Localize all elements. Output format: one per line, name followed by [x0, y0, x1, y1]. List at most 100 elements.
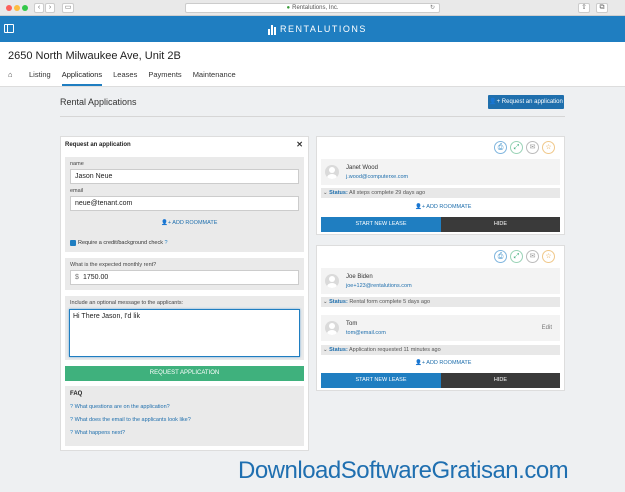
- close-icon[interactable]: ✕: [296, 140, 303, 149]
- status-row[interactable]: ⌄ Status: Application requested 11 minut…: [321, 345, 560, 355]
- tab-leases[interactable]: Leases: [113, 68, 137, 86]
- help-icon: ?: [70, 417, 74, 423]
- credit-check-checkbox[interactable]: [70, 240, 76, 246]
- tab-maintenance[interactable]: Maintenance: [193, 68, 236, 86]
- avatar: [325, 165, 339, 179]
- applicant-row: Joe Biden joe+123@rentalutions.com: [321, 268, 560, 294]
- name-label: name: [70, 161, 84, 167]
- avatar: [325, 274, 339, 288]
- start-new-lease-button[interactable]: START NEW LEASE: [321, 217, 441, 232]
- faq-question[interactable]: ? What does the email to the applicants …: [70, 417, 191, 423]
- status-text: Application requested: [349, 347, 402, 353]
- message-label: Include an optional message to the appli…: [70, 300, 184, 306]
- star-icon[interactable]: ☆: [542, 250, 555, 263]
- tab-payments[interactable]: Payments: [148, 68, 181, 86]
- add-user-icon: 👤+: [415, 204, 426, 210]
- property-title: 2650 North Milwaukee Ave, Unit 2B: [8, 50, 181, 62]
- tab-listing[interactable]: Listing: [29, 68, 51, 86]
- rent-input[interactable]: $ 1750.00: [70, 270, 299, 285]
- add-roommate-link[interactable]: 👤+ ADD ROOMMATE: [161, 220, 217, 226]
- zoom-window-icon[interactable]: [22, 5, 28, 11]
- browser-toolbar: ‹ › ▭ ● Rentalutions, Inc. ↻ ⇧ ⧉: [0, 0, 625, 16]
- expand-icon[interactable]: ⤢: [510, 141, 523, 154]
- status-key: Status:: [329, 347, 348, 353]
- applicant-row: Tom tom@email.com Edit: [321, 315, 560, 341]
- add-user-icon: 👤+: [161, 220, 172, 226]
- star-icon[interactable]: ☆: [542, 141, 555, 154]
- faq-question[interactable]: ? What happens next?: [70, 430, 125, 436]
- sidebar-toggle-icon[interactable]: ▭: [62, 3, 74, 13]
- hide-button[interactable]: HIDE: [441, 217, 560, 232]
- tabs-icon[interactable]: ⧉: [596, 3, 608, 13]
- request-application-label: Request an application: [501, 99, 563, 105]
- minimize-window-icon[interactable]: [14, 5, 20, 11]
- address-bar[interactable]: ● Rentalutions, Inc. ↻: [185, 3, 440, 13]
- applicant-email[interactable]: tom@email.com: [346, 330, 386, 336]
- home-icon[interactable]: ⌂: [8, 68, 18, 86]
- faq-question-text: What questions are on the application?: [74, 404, 170, 410]
- status-key: Status:: [329, 299, 348, 305]
- faq-question-text: What happens next?: [74, 430, 126, 436]
- forward-icon[interactable]: ›: [45, 3, 55, 13]
- request-application-button[interactable]: 👤+ Request an application: [488, 95, 564, 109]
- applicant-row: Janet Wood j.wood@computerxe.com: [321, 159, 560, 185]
- mail-icon[interactable]: ✉: [526, 141, 539, 154]
- help-icon[interactable]: ?: [165, 240, 168, 246]
- chevron-down-icon: ⌄: [323, 347, 328, 353]
- application-card: ⎙ ⤢ ✉ ☆ Joe Biden joe+123@rentalutions.c…: [316, 245, 565, 391]
- close-window-icon[interactable]: [6, 5, 12, 11]
- edit-link[interactable]: Edit: [542, 325, 552, 331]
- add-roommate-label: ADD ROOMMATE: [426, 360, 472, 366]
- add-roommate-link[interactable]: 👤+ ADD ROOMMATE: [415, 204, 471, 210]
- status-time: 5 days ago: [403, 299, 431, 305]
- application-card: ⎙ ⤢ ✉ ☆ Janet Wood j.wood@computerxe.com…: [316, 136, 565, 235]
- card-actions: ⎙ ⤢ ✉ ☆: [491, 141, 555, 154]
- help-icon: ?: [70, 430, 74, 436]
- section-title: Rental Applications: [60, 97, 137, 107]
- credit-check-text: Require a credit/background check: [78, 240, 163, 246]
- share-icon[interactable]: ⇧: [578, 3, 590, 13]
- property-tabs: ⌂ Listing Applications Leases Payments M…: [8, 68, 247, 86]
- back-icon[interactable]: ‹: [34, 3, 44, 13]
- mail-icon[interactable]: ✉: [526, 250, 539, 263]
- add-user-icon: 👤+: [415, 360, 426, 366]
- status-time: 29 days ago: [395, 190, 426, 196]
- reload-icon[interactable]: ↻: [430, 4, 435, 13]
- rent-block: What is the expected monthly rent? $ 175…: [65, 258, 304, 290]
- print-icon[interactable]: ⎙: [494, 141, 507, 154]
- add-roommate-link[interactable]: 👤+ ADD ROOMMATE: [415, 360, 471, 366]
- status-row[interactable]: ⌄ Status: Rental form complete 5 days ag…: [321, 297, 560, 307]
- rentalutions-logo[interactable]: RENTALUTIONS: [268, 21, 367, 37]
- expand-icon[interactable]: ⤢: [510, 250, 523, 263]
- faq-question[interactable]: ? What questions are on the application?: [70, 404, 170, 410]
- applicant-name: Janet Wood: [346, 165, 378, 171]
- print-icon[interactable]: ⎙: [494, 250, 507, 263]
- message-textarea[interactable]: Hi There Jason, I'd lik: [69, 309, 300, 357]
- logo-text: RENTALUTIONS: [280, 24, 367, 34]
- app-header: RENTALUTIONS: [0, 16, 625, 42]
- add-roommate-label: ADD ROOMMATE: [426, 204, 472, 210]
- applicant-email[interactable]: joe+123@rentalutions.com: [346, 283, 412, 289]
- faq-block: FAQ ? What questions are on the applicat…: [65, 386, 304, 446]
- divider: [60, 116, 565, 117]
- name-input[interactable]: Jason Neue: [70, 169, 299, 184]
- chevron-down-icon: ⌄: [323, 299, 328, 305]
- applicant-email[interactable]: j.wood@computerxe.com: [346, 174, 408, 180]
- faq-title: FAQ: [70, 391, 83, 397]
- sidebar-menu-icon[interactable]: [4, 24, 14, 33]
- credit-check-label[interactable]: Require a credit/background check ?: [78, 240, 168, 246]
- email-input[interactable]: neue@tenant.com: [70, 196, 299, 211]
- start-new-lease-button[interactable]: START NEW LEASE: [321, 373, 441, 388]
- lock-icon: ●: [286, 5, 291, 11]
- hide-button[interactable]: HIDE: [441, 373, 560, 388]
- help-icon: ?: [70, 404, 74, 410]
- applicant-name: Tom: [346, 321, 358, 327]
- add-user-icon: 👤+: [489, 99, 502, 105]
- tab-applications[interactable]: Applications: [61, 68, 103, 86]
- status-row[interactable]: ⌄ Status: All steps complete 29 days ago: [321, 188, 560, 198]
- faq-question-text: What does the email to the applicants lo…: [74, 417, 191, 423]
- request-application-submit-button[interactable]: REQUEST APPLICATION: [65, 366, 304, 381]
- watermark: DownloadSoftwareGratisan.com: [238, 457, 569, 484]
- panel-title: Request an application: [65, 142, 131, 148]
- address-text: Rentalutions, Inc.: [292, 5, 339, 11]
